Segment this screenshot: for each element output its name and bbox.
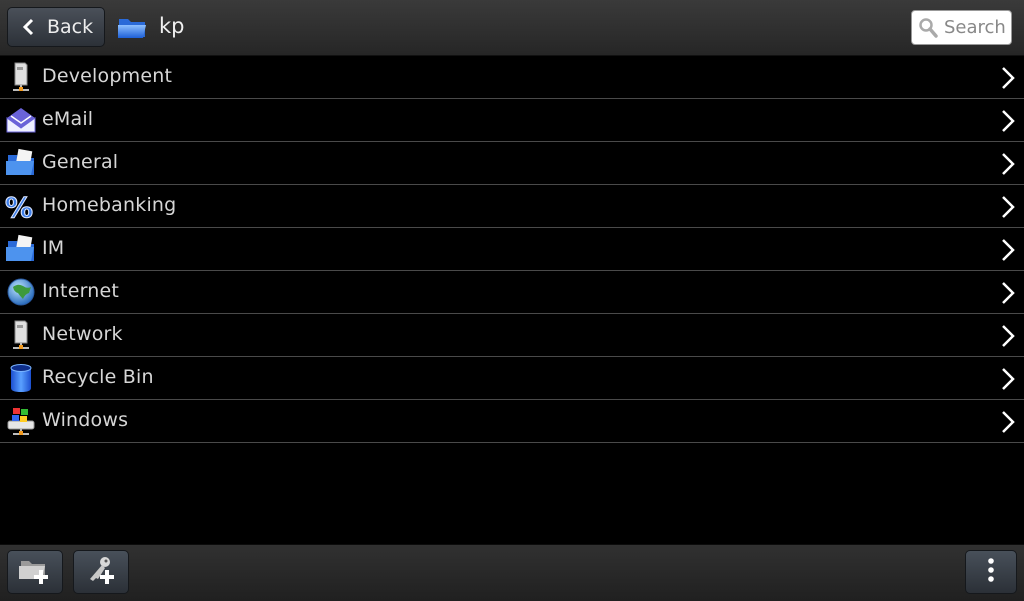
group-name: Development (42, 65, 173, 87)
chevron-right-icon (1000, 409, 1016, 435)
globe-icon (5, 276, 37, 308)
add-group-button[interactable] (7, 550, 63, 594)
list-item-im[interactable]: IM (0, 228, 1024, 271)
network-server-icon (5, 319, 37, 351)
chevron-left-icon (21, 7, 39, 47)
folder-icon (117, 15, 149, 43)
list-item-general[interactable]: General (0, 142, 1024, 185)
list-item-windows[interactable]: Windows (0, 400, 1024, 443)
overflow-menu-icon (987, 555, 995, 589)
chevron-right-icon (1000, 65, 1016, 91)
overflow-menu-button[interactable] (965, 550, 1017, 594)
folder-open-icon (5, 147, 37, 179)
list-item-homebanking[interactable]: % Homebanking (0, 185, 1024, 228)
search-placeholder: Search (944, 17, 1006, 38)
chevron-right-icon (1000, 323, 1016, 349)
percent-icon: % (5, 190, 37, 225)
mail-envelope-icon (5, 104, 37, 136)
network-server-icon (5, 61, 37, 93)
back-label: Back (47, 16, 94, 38)
group-name: IM (42, 237, 65, 259)
list-item-network[interactable]: Network (0, 314, 1024, 357)
group-name: Homebanking (42, 194, 177, 216)
list-item-internet[interactable]: Internet (0, 271, 1024, 314)
group-name: Network (42, 323, 123, 345)
back-button[interactable]: Back (7, 7, 105, 47)
search-field[interactable]: Search (911, 10, 1012, 45)
chevron-right-icon (1000, 151, 1016, 177)
chevron-right-icon (1000, 366, 1016, 392)
group-name: General (42, 151, 119, 173)
chevron-right-icon (1000, 108, 1016, 134)
search-icon (918, 17, 938, 39)
top-action-bar: Back kp Search (0, 0, 1024, 56)
group-name: Windows (42, 409, 129, 431)
add-key-icon (84, 555, 118, 589)
page-title: kp (159, 14, 185, 38)
group-name: Recycle Bin (42, 366, 154, 388)
add-entry-button[interactable] (73, 550, 129, 594)
chevron-right-icon (1000, 280, 1016, 306)
add-folder-icon (18, 555, 52, 589)
list-item-development[interactable]: Development (0, 56, 1024, 99)
recycle-bin-icon (5, 362, 37, 394)
chevron-right-icon (1000, 194, 1016, 220)
chevron-right-icon (1000, 237, 1016, 263)
bottom-toolbar (0, 544, 1024, 601)
group-name: eMail (42, 108, 94, 130)
folder-open-icon (5, 233, 37, 265)
list-item-email[interactable]: eMail (0, 99, 1024, 142)
list-item-recycle-bin[interactable]: Recycle Bin (0, 357, 1024, 400)
svg-text:%: % (5, 191, 33, 222)
windows-drive-icon (5, 405, 37, 437)
group-list: Development eMail General % Homebanking … (0, 56, 1024, 443)
group-name: Internet (42, 280, 120, 302)
